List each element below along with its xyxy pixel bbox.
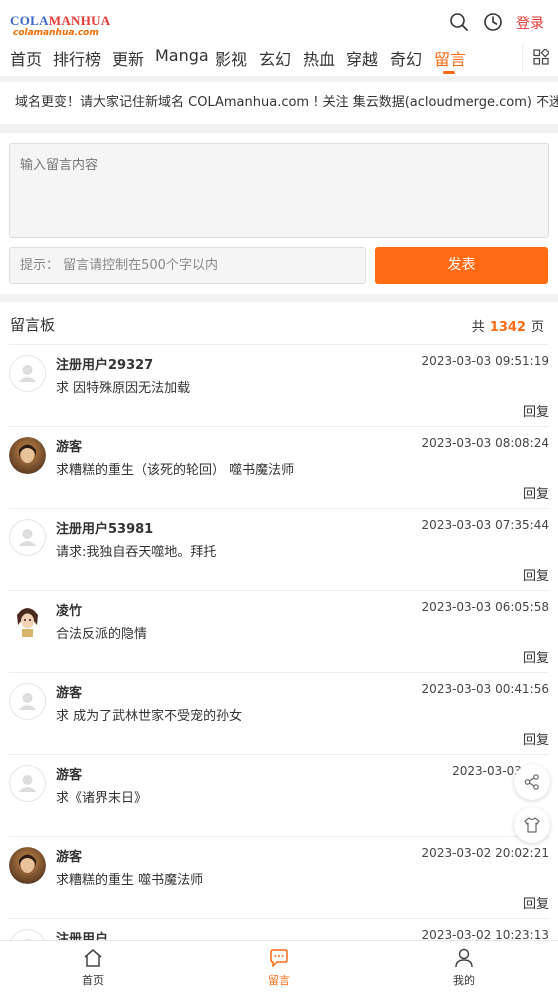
message-item: 游客 2023-03-02 20:02:21 求糟糕的重生 噬书魔法师 回复 [9,836,549,918]
nav-item-home[interactable]: 首页 [10,46,42,70]
message-item: 注册用户53981 2023-03-03 07:35:44 请求:我独自吞天噬地… [9,508,549,590]
nav-more-button[interactable] [522,44,558,72]
nav-item-comments[interactable]: 留言 [434,46,466,70]
nav-item-manga[interactable]: Manga [155,46,209,65]
tab-label: 首页 [82,974,104,987]
message-text: 合法反派的隐情 [56,627,148,642]
nav-item-fantasy[interactable]: 玄幻 [259,46,291,70]
reply-button[interactable]: 回复 [523,729,549,748]
nav-item-film[interactable]: 影视 [215,46,247,70]
message-username: 游客 [56,440,83,455]
board-header: 留言板 共 1342 页 [0,302,558,344]
category-nav: 首页 排行榜 更新 Manga 影视 玄幻 热血 穿越 奇幻 留言 [0,44,558,76]
comment-length-hint: 提示： 留言请控制在500个字以内 [9,247,366,284]
reply-button[interactable]: 回复 [523,483,549,502]
message-username: 注册用户53981 [56,522,154,537]
message-username: 游客 [56,686,83,701]
message-text: 求 因特殊原因无法加载 [56,381,191,396]
reply-button[interactable]: 回复 [523,565,549,584]
share-button[interactable] [514,764,550,800]
message-text: 求《诸界末日》 [56,791,148,806]
page-count: 共 1342 页 [472,316,544,335]
tab-mine[interactable]: 我的 [424,941,504,992]
site-logo[interactable]: COLAMANHUA colamanhua.com [10,13,110,39]
tab-label: 留言 [268,974,290,987]
message-text: 求糟糕的重生（该死的轮回） 噬书魔法师 [56,463,295,478]
message-username: 凌竹 [56,604,83,619]
page-count-suffix: 页 [530,320,544,335]
nav-item-isekai[interactable]: 穿越 [346,46,378,70]
message-username: 游客 [56,850,83,865]
nav-item-update[interactable]: 更新 [112,46,144,70]
message-item: 游客 2023-03-03 08:08:24 求糟糕的重生（该死的轮回） 噬书魔… [9,426,549,508]
skin-button[interactable] [514,807,550,843]
message-username: 注册用户29327 [56,358,154,373]
message-item: 凌竹 2023-03-03 06:05:58 合法反派的隐情 回复 [9,590,549,672]
page: COLAMANHUA colamanhua.com 登录 首页 排行榜 更新 M… [0,0,558,992]
history-clock-icon[interactable] [483,12,503,32]
default-avatar-icon[interactable] [9,765,46,802]
logo-subtitle: colamanhua.com [13,28,99,38]
reply-button[interactable]: 回复 [523,401,549,420]
anime-avatar[interactable] [9,601,46,638]
message-text: 求 成为了武林世家不受宠的孙女 [56,709,243,724]
message-time: 2023-03-03 00:41:56 [421,682,549,696]
message-time: 2023-03-02 20:02:21 [421,846,549,860]
section-divider [0,294,558,302]
nav-item-ranking[interactable]: 排行榜 [53,46,101,70]
login-link[interactable]: 登录 [516,13,544,33]
publish-button[interactable]: 发表 [375,247,548,284]
section-divider [0,124,558,133]
message-text: 请求:我独自吞天噬地。拜托 [56,545,217,560]
message-time: 2023-03-03 08:08:24 [421,436,549,450]
search-icon[interactable] [449,12,469,32]
message-text: 求糟糕的重生 噬书魔法师 [56,873,204,888]
domain-notice: 域名更变！请大家记住新域名 COLAmanhua.com ! 关注 集云数据(a… [15,95,558,110]
message-item: 游客 2023-03-03 00: 求《诸界末日》 [9,754,549,836]
user-photo-avatar[interactable] [9,437,46,474]
default-avatar-icon[interactable] [9,519,46,556]
reply-button[interactable]: 回复 [523,893,549,912]
message-username: 游客 [56,768,83,783]
board-title: 留言板 [10,316,56,334]
nav-item-magic[interactable]: 奇幻 [390,46,422,70]
message-time: 2023-03-03 09:51:19 [421,354,549,368]
nav-item-action[interactable]: 热血 [303,46,335,70]
user-photo-avatar[interactable] [9,847,46,884]
top-bar: COLAMANHUA colamanhua.com 登录 [0,0,558,44]
logo-text-manhua: MANHUA [48,13,111,28]
bottom-tab-bar: 首页 留言 我的 [0,940,558,992]
default-avatar-icon[interactable] [9,683,46,720]
page-count-number: 1342 [489,320,526,335]
tab-comments[interactable]: 留言 [239,941,319,992]
message-time: 2023-03-03 07:35:44 [421,518,549,532]
message-item: 游客 2023-03-03 00:41:56 求 成为了武林世家不受宠的孙女 回… [9,672,549,754]
tab-label: 我的 [453,974,475,987]
page-count-prefix: 共 [471,320,485,335]
comment-textarea[interactable] [9,143,549,238]
logo-text-cola: COLA [10,13,49,28]
reply-button[interactable]: 回复 [523,647,549,666]
tab-home[interactable]: 首页 [53,941,133,992]
default-avatar-icon[interactable] [9,355,46,392]
message-item: 注册用户29327 2023-03-03 09:51:19 求 因特殊原因无法加… [9,344,549,426]
grid-menu-icon [533,48,550,69]
nav-active-indicator [443,71,455,74]
message-time: 2023-03-03 06:05:58 [421,600,549,614]
